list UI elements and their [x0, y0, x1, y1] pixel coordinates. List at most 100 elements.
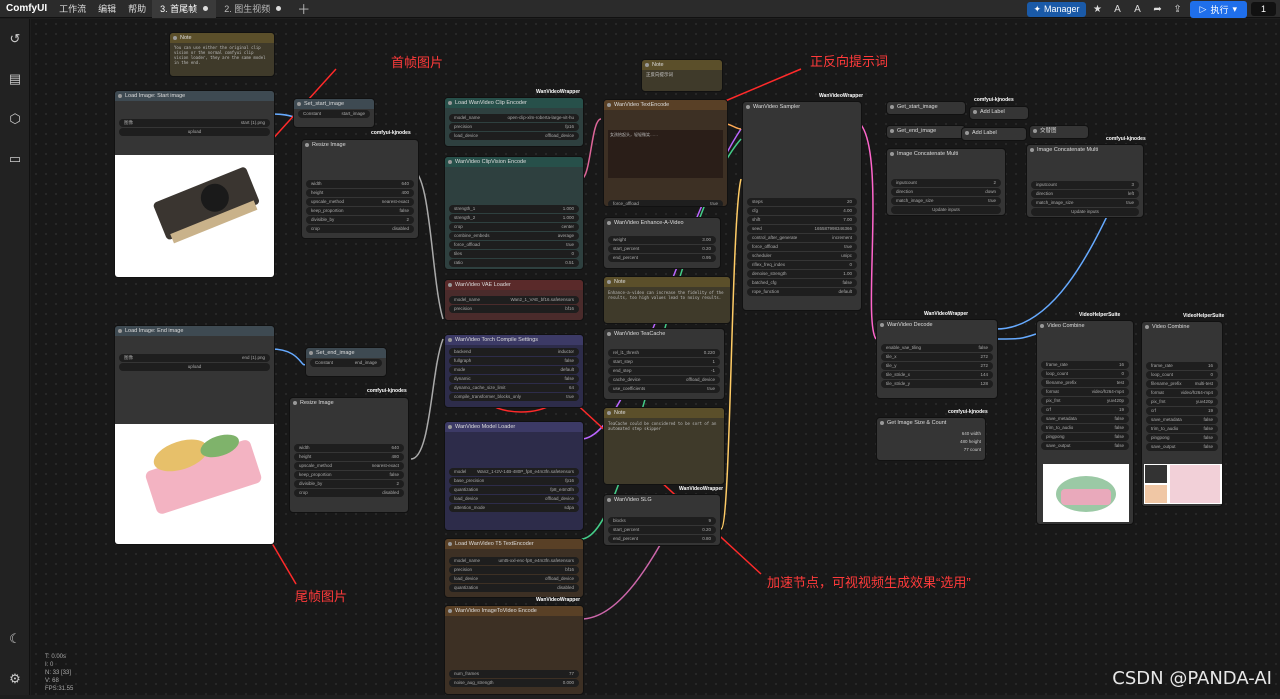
- widget-combine-embeds[interactable]: combine_embeds average: [449, 232, 579, 240]
- widget-fullgraph[interactable]: fullgraph false: [449, 357, 579, 365]
- widget-cache-device[interactable]: cache_device offload_device: [608, 376, 720, 384]
- widget-match-image-size[interactable]: match_image_size true: [1031, 199, 1139, 207]
- node-wanvideo-decode[interactable]: WanVideo Decode enable_vae_tiling false ti…: [876, 319, 998, 399]
- widget-format[interactable]: format video/h264-mp4: [1146, 389, 1218, 397]
- workflow-canvas[interactable]: Note You can use either the original cli…: [31, 19, 1280, 695]
- upload-button[interactable]: upload: [119, 363, 270, 371]
- node-torch-compile-settings[interactable]: WanVideo Torch Compile Settings backend i…: [444, 334, 584, 408]
- widget-trim-to-audio[interactable]: trim_to_audio false: [1041, 424, 1129, 432]
- widget-denoise-strength[interactable]: denoise_strength 1.00: [747, 270, 857, 278]
- widget-quantization[interactable]: quantization disabled: [449, 584, 579, 592]
- queue-icon[interactable]: A: [1110, 4, 1126, 15]
- node-load-end-image[interactable]: Load Image: End image 图像 end (1).png uplo…: [114, 325, 275, 545]
- node-image-concat-2[interactable]: Image Concatenate Multi inputcount 3 direc…: [1026, 144, 1144, 218]
- node-add-label-1[interactable]: Add Label: [969, 106, 1029, 120]
- widget-tiles[interactable]: tiles 0: [449, 250, 579, 258]
- widget-use-coefficients[interactable]: use_coefficients true: [608, 385, 720, 393]
- widget-attention-mode[interactable]: attention_mode sdpa: [449, 504, 579, 512]
- node-vae-loader[interactable]: WanVideo VAE Loader model_name Wan2_1_VAE…: [444, 279, 584, 321]
- share-icon[interactable]: ➦: [1150, 4, 1166, 15]
- widget-load-device[interactable]: load_device offload_device: [449, 575, 579, 583]
- widget-upscale-method[interactable]: upscale_method nearest-exact: [306, 198, 414, 206]
- widget-start-percent[interactable]: start_percent 0.20: [608, 526, 716, 534]
- run-button[interactable]: ▷ 执行 ▾: [1189, 0, 1247, 18]
- workflows-folder-icon[interactable]: ▭: [0, 139, 30, 179]
- widget-tile-stride-x[interactable]: tile_stride_x 144: [881, 371, 993, 379]
- widget-quantization[interactable]: quantization fp8_e4m3fn: [449, 486, 579, 494]
- widget-filename-prefix[interactable]: filename_prefix test: [1041, 379, 1129, 387]
- widget-steps[interactable]: steps 20: [747, 198, 857, 206]
- upload-button[interactable]: upload: [119, 128, 270, 136]
- node-slg[interactable]: WanVideo SLG blocks 9 start_percent 0.20 end…: [603, 494, 721, 546]
- node-set-end-image[interactable]: Set_end_image Constant end_image: [305, 347, 387, 377]
- widget-divisible-by[interactable]: divisible_by 2: [306, 216, 414, 224]
- node-note-enhance[interactable]: Note Enhance-a-video can increase the fi…: [603, 276, 731, 324]
- widget-width[interactable]: width 640: [294, 444, 404, 452]
- widget-save-output[interactable]: save_output false: [1041, 442, 1129, 450]
- settings-gear-icon[interactable]: ⚙: [0, 659, 30, 699]
- widget-format[interactable]: format video/h264-mp4: [1041, 388, 1129, 396]
- node-imagetovideo-encode[interactable]: WanVideo ImageToVideo Encode num_frames 7…: [444, 605, 584, 695]
- widget-pix-fmt[interactable]: pix_fmt yuv420p: [1146, 398, 1218, 406]
- widget-dynamo-cache-size-limit[interactable]: dynamo_cache_size_limit 64: [449, 384, 579, 392]
- node-video-combine-1[interactable]: Video Combine frame_rate 16 loop_count 0 fil…: [1036, 320, 1134, 525]
- widget-weight[interactable]: weight 3.00: [608, 236, 716, 244]
- widget-strength-1[interactable]: strength_1 1.000: [449, 205, 579, 213]
- widget-end-percent[interactable]: end_percent 0.80: [608, 535, 716, 543]
- widget-backend[interactable]: backend inductor: [449, 348, 579, 356]
- force-offload-toggle[interactable]: force_offload true: [608, 200, 723, 206]
- widget-start-percent[interactable]: start_percent 0.20: [608, 245, 716, 253]
- widget-direction[interactable]: direction down: [891, 188, 1001, 196]
- widget-blocks[interactable]: blocks 9: [608, 517, 716, 525]
- widget-crf[interactable]: crf 19: [1146, 407, 1218, 415]
- widget-tile-stride-y[interactable]: tile_stride_y 128: [881, 380, 993, 388]
- widget-inputcount[interactable]: inputcount 2: [891, 179, 1001, 187]
- widget-end-percent[interactable]: end_percent 0.95: [608, 254, 716, 262]
- widget-inputcount[interactable]: inputcount 3: [1031, 181, 1139, 189]
- widget-crf[interactable]: crf 19: [1041, 406, 1129, 414]
- widget-rel-l1-thresh[interactable]: rel_l1_thresh 0.220: [608, 349, 720, 357]
- node-teacache[interactable]: WanVideo TeaCache rel_l1_thresh 0.220 star…: [603, 328, 725, 400]
- widget-end-step[interactable]: end_step -1: [608, 367, 720, 375]
- widget-noise-aug-strength[interactable]: noise_aug_strength 0.000: [449, 679, 579, 687]
- node-library-icon[interactable]: ▤: [0, 59, 30, 99]
- widget-precision[interactable]: precision bf16: [449, 305, 579, 313]
- node-note-teacache[interactable]: Note TeaCache could be considered to be …: [603, 407, 725, 485]
- node-get-image-size[interactable]: Get Image Size & Count 640 width 480 hei…: [876, 417, 986, 461]
- history-icon[interactable]: ↺: [0, 19, 30, 59]
- widget-keep-proportion[interactable]: keep_proportion false: [294, 471, 404, 479]
- node-set-start-image[interactable]: Set_start_image Constant start_image: [293, 98, 375, 128]
- node-get-end-image[interactable]: Get_end_image: [886, 125, 966, 139]
- widget-pingpong[interactable]: pingpong false: [1146, 434, 1218, 442]
- model-library-icon[interactable]: ⬡: [0, 99, 30, 139]
- widget-pix-fmt[interactable]: pix_fmt yuv420p: [1041, 397, 1129, 405]
- constant-field[interactable]: Constant start_image: [298, 110, 370, 118]
- widget-save-metadata[interactable]: save_metadata false: [1146, 416, 1218, 424]
- widget-riflex-freq-index[interactable]: riflex_freq_index 0: [747, 261, 857, 269]
- node-textencode[interactable]: WanVideo TextEncode 女孩抬起头，轻轻微笑…… force_o…: [603, 99, 728, 207]
- tab-image-to-video[interactable]: 2. 图生视频: [216, 0, 289, 18]
- widget-divisible-by[interactable]: divisible_by 2: [294, 480, 404, 488]
- widget-model[interactable]: model Wan2_1-I2V-14B-480P_fp8_e4m3fn.safe…: [449, 468, 579, 476]
- node-add-label-2[interactable]: Add Label: [961, 127, 1027, 141]
- widget-crop[interactable]: crop center: [449, 223, 579, 231]
- manager-button[interactable]: ✦ Manager: [1027, 1, 1086, 17]
- node-video-combine-2[interactable]: Video Combine frame_rate 16 loop_count 0 fil…: [1141, 321, 1223, 507]
- menu-help[interactable]: 帮助: [122, 2, 152, 15]
- new-tab-plus-icon[interactable]: ＋: [289, 0, 318, 18]
- widget-model-name[interactable]: model_name Wan2_1_VAE_bf16.safetensors: [449, 296, 579, 304]
- widget-compile-transformer-blocks-only[interactable]: compile_transformer_blocks_only true: [449, 393, 579, 401]
- widget-frame-rate[interactable]: frame_rate 16: [1041, 361, 1129, 369]
- widget-tile-x[interactable]: tile_x 272: [881, 353, 993, 361]
- widget-crop[interactable]: crop disabled: [294, 489, 404, 497]
- node-alternate-image[interactable]: 交替图: [1029, 125, 1089, 139]
- widget-force-offload[interactable]: force_offload true: [747, 243, 857, 251]
- widget-crop[interactable]: crop disabled: [306, 225, 414, 233]
- widget-precision[interactable]: precision fp16: [449, 123, 579, 131]
- widget-trim-to-audio[interactable]: trim_to_audio false: [1146, 425, 1218, 433]
- widget-scheduler[interactable]: scheduler unipc: [747, 252, 857, 260]
- node-t5-textencoder[interactable]: Load WanVideo T5 TextEncoder model_name u…: [444, 538, 584, 598]
- node-enhance-a-video[interactable]: WanVideo Enhance-A-Video weight 3.00 start…: [603, 217, 721, 269]
- node-note-clip[interactable]: Note You can use either the original cli…: [169, 32, 275, 77]
- menu-workflow[interactable]: 工作流: [53, 2, 92, 15]
